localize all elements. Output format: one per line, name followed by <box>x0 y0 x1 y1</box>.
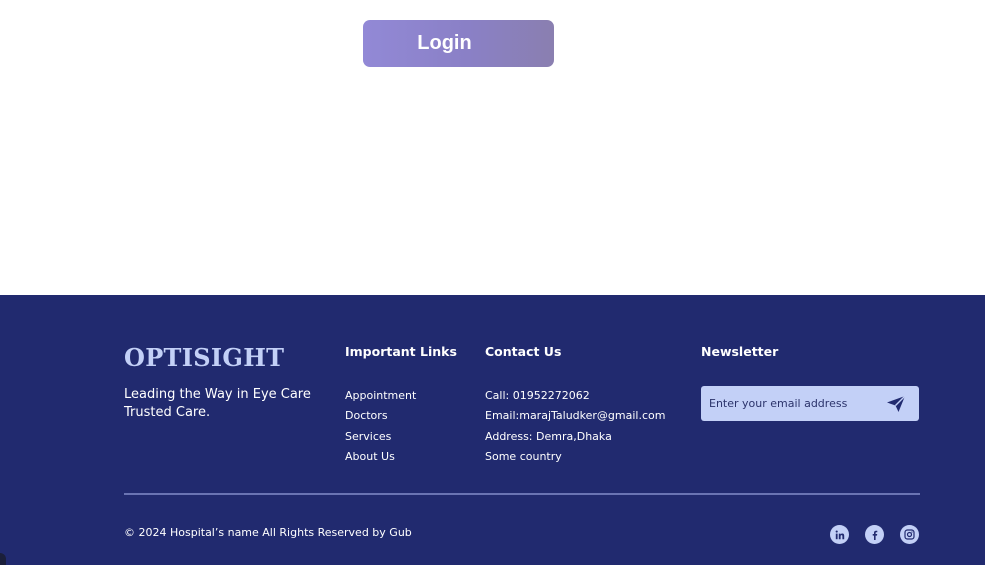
footer-divider <box>124 493 920 495</box>
list-item: About Us <box>345 447 416 467</box>
send-icon <box>887 395 906 412</box>
footer-link-appointment[interactable]: Appointment <box>345 389 416 402</box>
linkedin-link[interactable] <box>830 525 849 544</box>
brand-logo: OPTISIGHT <box>124 343 285 372</box>
contact-address: Address: Demra,Dhaka <box>485 429 612 443</box>
list-item: Doctors <box>345 406 416 426</box>
footer-link-services[interactable]: Services <box>345 430 391 443</box>
newsletter-form <box>701 386 919 421</box>
footer-link-about-us[interactable]: About Us <box>345 450 395 463</box>
linkedin-icon <box>835 530 844 539</box>
brand-tagline: Leading the Way in Eye Care Trusted Care… <box>124 387 311 420</box>
site-footer: OPTISIGHT Leading the Way in Eye Care Tr… <box>0 295 985 565</box>
newsletter-send-button[interactable] <box>882 392 910 415</box>
newsletter-heading: Newsletter <box>701 344 779 359</box>
instagram-icon <box>904 529 915 540</box>
contact-country: Some country <box>485 449 562 463</box>
copyright-text: © 2024 Hospital’s name All Rights Reserv… <box>124 526 412 539</box>
facebook-link[interactable] <box>865 525 884 544</box>
facebook-icon <box>872 530 877 540</box>
login-button[interactable]: Login <box>363 20 554 67</box>
important-links-list: Appointment Doctors Services About Us <box>345 386 416 467</box>
contact-email: Email:marajTaludker@gmail.com <box>485 409 666 423</box>
list-item: Services <box>345 427 416 447</box>
footer-link-doctors[interactable]: Doctors <box>345 409 388 422</box>
important-links-heading: Important Links <box>345 344 457 359</box>
list-item: Appointment <box>345 386 416 406</box>
instagram-link[interactable] <box>900 525 919 544</box>
contact-us-heading: Contact Us <box>485 344 562 359</box>
newsletter-email-input[interactable] <box>701 386 876 421</box>
contact-list: Call: 01952272062 Email:marajTaludker@gm… <box>485 386 665 467</box>
contact-phone: Call: 01952272062 <box>485 389 590 402</box>
